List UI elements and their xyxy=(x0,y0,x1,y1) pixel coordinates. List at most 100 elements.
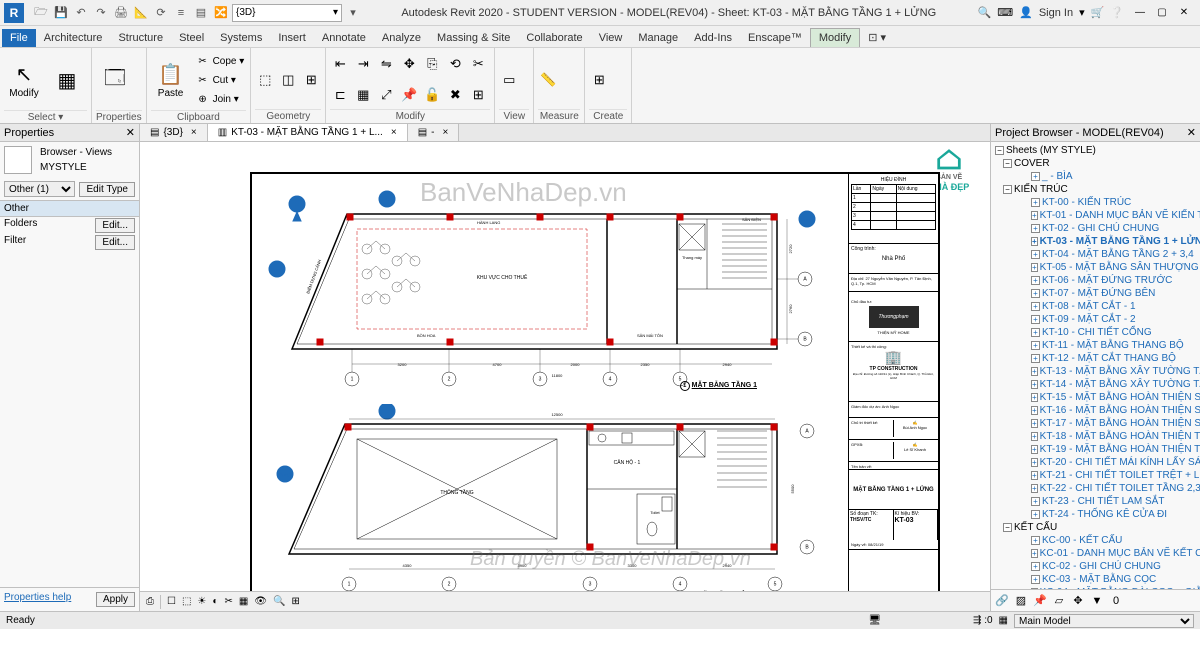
tree-node[interactable]: +KT-05 - MẶT BẰNG SÂN THƯỢNG + MÁI TUM xyxy=(991,261,1200,274)
restore-button[interactable]: ▢ xyxy=(1152,5,1172,21)
expand-icon[interactable]: + xyxy=(1031,380,1038,389)
ribbon-collapse-icon[interactable]: ⊡ ▾ xyxy=(860,28,894,47)
qat-print-icon[interactable]: 🖨 xyxy=(112,4,130,22)
ribbon-tab-manage[interactable]: Manage xyxy=(630,29,686,47)
expand-icon[interactable]: + xyxy=(1031,276,1040,285)
close-button[interactable]: ✕ xyxy=(1174,5,1194,21)
modify-button[interactable]: ↖Modify xyxy=(4,50,44,110)
expand-icon[interactable]: + xyxy=(1031,341,1040,350)
sel-face-icon[interactable]: ▱ xyxy=(1051,593,1067,609)
expand-icon[interactable]: − xyxy=(1003,159,1012,168)
ribbon-tab-analyze[interactable]: Analyze xyxy=(374,29,429,47)
expand-icon[interactable]: + xyxy=(1031,354,1040,363)
tab-close-icon[interactable]: × xyxy=(391,127,397,138)
filter-edit-button[interactable]: Edit... xyxy=(95,235,135,250)
expand-icon[interactable]: + xyxy=(1031,575,1040,584)
tree-node[interactable]: −Sheets (MY STYLE) xyxy=(991,144,1200,157)
instance-filter-select[interactable]: Other (1) xyxy=(4,181,75,197)
view-tool-icon[interactable]: ▭ xyxy=(499,70,519,90)
minimize-button[interactable]: — xyxy=(1130,5,1150,21)
user-icon[interactable]: 👤 xyxy=(1019,6,1033,19)
tree-node[interactable]: +KC-01 - DANH MỤC BẢN VẼ KẾT CẤU xyxy=(991,547,1200,560)
group-icon[interactable]: ⊞ xyxy=(468,85,488,105)
qat-measure-icon[interactable]: 📐 xyxy=(132,4,150,22)
qat-more-icon[interactable]: ▾ xyxy=(344,4,362,22)
expand-icon[interactable]: + xyxy=(1031,549,1038,558)
expand-icon[interactable]: + xyxy=(1031,484,1038,493)
qat-undo-icon[interactable]: ↶ xyxy=(72,4,90,22)
ribbon-tab-architecture[interactable]: Architecture xyxy=(36,29,111,47)
tree-node[interactable]: +KT-03 - MẶT BẰNG TẦNG 1 + LỬNG xyxy=(991,235,1200,248)
geom-1-icon[interactable]: ⬚ xyxy=(255,70,275,90)
offset-icon[interactable]: ⇥ xyxy=(353,54,373,74)
tree-node[interactable]: −KIẾN TRÚC xyxy=(991,183,1200,196)
expand-icon[interactable]: + xyxy=(1031,250,1040,259)
doc-tab[interactable]: ▤-× xyxy=(408,124,460,141)
tree-node[interactable]: +KT-02 - GHI CHÚ CHUNG xyxy=(991,222,1200,235)
browser-tree[interactable]: −Sheets (MY STYLE)−COVER+_ - BÌA−KIẾN TR… xyxy=(991,142,1200,589)
reveal-icon[interactable]: 🔍 xyxy=(273,596,285,607)
ribbon-tab-systems[interactable]: Systems xyxy=(212,29,270,47)
tree-node[interactable]: +KT-11 - MẶT BẰNG THANG BỘ xyxy=(991,339,1200,352)
ribbon-tab-view[interactable]: View xyxy=(591,29,631,47)
ribbon-tab-steel[interactable]: Steel xyxy=(171,29,212,47)
align-icon[interactable]: ⇤ xyxy=(330,54,350,74)
expand-icon[interactable]: + xyxy=(1031,497,1040,506)
tree-node[interactable]: +KT-00 - KIẾN TRÚC xyxy=(991,196,1200,209)
search-icon[interactable]: 🔍 xyxy=(978,6,992,19)
expand-icon[interactable]: + xyxy=(1031,302,1040,311)
tree-node[interactable]: +KT-08 - MẶT CẮT - 1 xyxy=(991,300,1200,313)
tree-node[interactable]: +KT-18 - MẶT BẰNG HOÀN THIỆN TRẦN TRỆT+L xyxy=(991,430,1200,443)
expand-icon[interactable]: + xyxy=(1031,562,1040,571)
qat-thin-lines-icon[interactable]: ≡ xyxy=(172,4,190,22)
delete-icon[interactable]: ✖ xyxy=(445,85,465,105)
expand-icon[interactable]: + xyxy=(1031,211,1038,220)
qat-view-combo[interactable]: {3D}▾ xyxy=(232,4,342,22)
tree-node[interactable]: +KT-06 - MẶT ĐỨNG TRƯỚC xyxy=(991,274,1200,287)
tree-node[interactable]: −COVER xyxy=(991,157,1200,170)
expand-icon[interactable]: + xyxy=(1031,471,1038,480)
tree-node[interactable]: +KT-01 - DANH MỤC BẢN VẼ KIẾN TRÚC xyxy=(991,209,1200,222)
tree-node[interactable]: +KT-20 - CHI TIẾT MÁI KÍNH LẤY SÁNG xyxy=(991,456,1200,469)
cope-button[interactable]: ✂Cope ▾ xyxy=(194,52,247,70)
cart-icon[interactable]: 🛒 xyxy=(1091,6,1105,19)
tree-node[interactable]: +KT-13 - MẶT BẰNG XÂY TƯỜNG TẦNG TRỆT + … xyxy=(991,365,1200,378)
ribbon-tab-file[interactable]: File xyxy=(2,29,36,47)
expand-icon[interactable]: + xyxy=(1031,315,1040,324)
ribbon-tab-structure[interactable]: Structure xyxy=(110,29,171,47)
ribbon-tab-annotate[interactable]: Annotate xyxy=(314,29,374,47)
ribbon-tab-enscape[interactable]: Enscape™ xyxy=(740,29,810,47)
tree-node[interactable]: +KC-02 - GHI CHÚ CHUNG xyxy=(991,560,1200,573)
qat-open-icon[interactable]: 🗁 xyxy=(32,4,50,22)
tree-node[interactable]: +KT-12 - MẶT CẮT THANG BỘ xyxy=(991,352,1200,365)
tree-node[interactable]: +KC-03 - MẶT BẰNG CỌC xyxy=(991,573,1200,586)
qat-save-icon[interactable]: 💾 xyxy=(52,4,70,22)
tree-node[interactable]: +KT-16 - MẶT BẰNG HOÀN THIỆN SÀN TẦNG 2, xyxy=(991,404,1200,417)
copy-icon[interactable]: ⎘ xyxy=(422,54,442,74)
scale-icon[interactable]: ⤢ xyxy=(376,85,396,105)
tab-close-icon[interactable]: × xyxy=(191,127,197,138)
type-properties-button[interactable]: ▦ xyxy=(47,50,87,110)
expand-icon[interactable]: + xyxy=(1031,224,1040,233)
filter-icon[interactable]: ▼ xyxy=(1089,593,1105,609)
expand-icon[interactable]: + xyxy=(1031,198,1040,207)
qat-close-hidden-icon[interactable]: ▤ xyxy=(192,4,210,22)
tree-node[interactable]: +KT-24 - THỐNG KÊ CỬA ĐI xyxy=(991,508,1200,521)
tree-node[interactable]: +KT-14 - MẶT BẰNG XÂY TƯỜNG TẦNG 2,3,4+S xyxy=(991,378,1200,391)
qat-switch-icon[interactable]: 🔀 xyxy=(212,4,230,22)
paste-button[interactable]: 📋Paste xyxy=(151,50,191,110)
shadows-icon[interactable]: ◐ xyxy=(212,596,218,607)
signin-button[interactable]: Sign In xyxy=(1039,7,1073,19)
tree-node[interactable]: +KT-07 - MẶT ĐỨNG BÊN xyxy=(991,287,1200,300)
expand-icon[interactable]: + xyxy=(1031,237,1038,246)
properties-help-link[interactable]: Properties help xyxy=(4,592,71,607)
expand-icon[interactable]: + xyxy=(1031,536,1040,545)
expand-icon[interactable]: + xyxy=(1031,419,1038,428)
tree-node[interactable]: +KT-09 - MẶT CẮT - 2 xyxy=(991,313,1200,326)
tree-node[interactable]: +KT-22 - CHI TIẾT TOILET TẦNG 2,3,4 xyxy=(991,482,1200,495)
edit-type-button[interactable]: Edit Type xyxy=(79,182,135,197)
close-properties-icon[interactable]: ✕ xyxy=(126,126,135,139)
canvas[interactable]: BẢN VẼ NHÀ ĐẸP HIỆU ĐÌNH LầnNgàyNội dung… xyxy=(140,142,990,591)
ribbon-tab-modify[interactable]: Modify xyxy=(810,28,860,47)
join-button[interactable]: ⊕Join ▾ xyxy=(194,90,247,108)
